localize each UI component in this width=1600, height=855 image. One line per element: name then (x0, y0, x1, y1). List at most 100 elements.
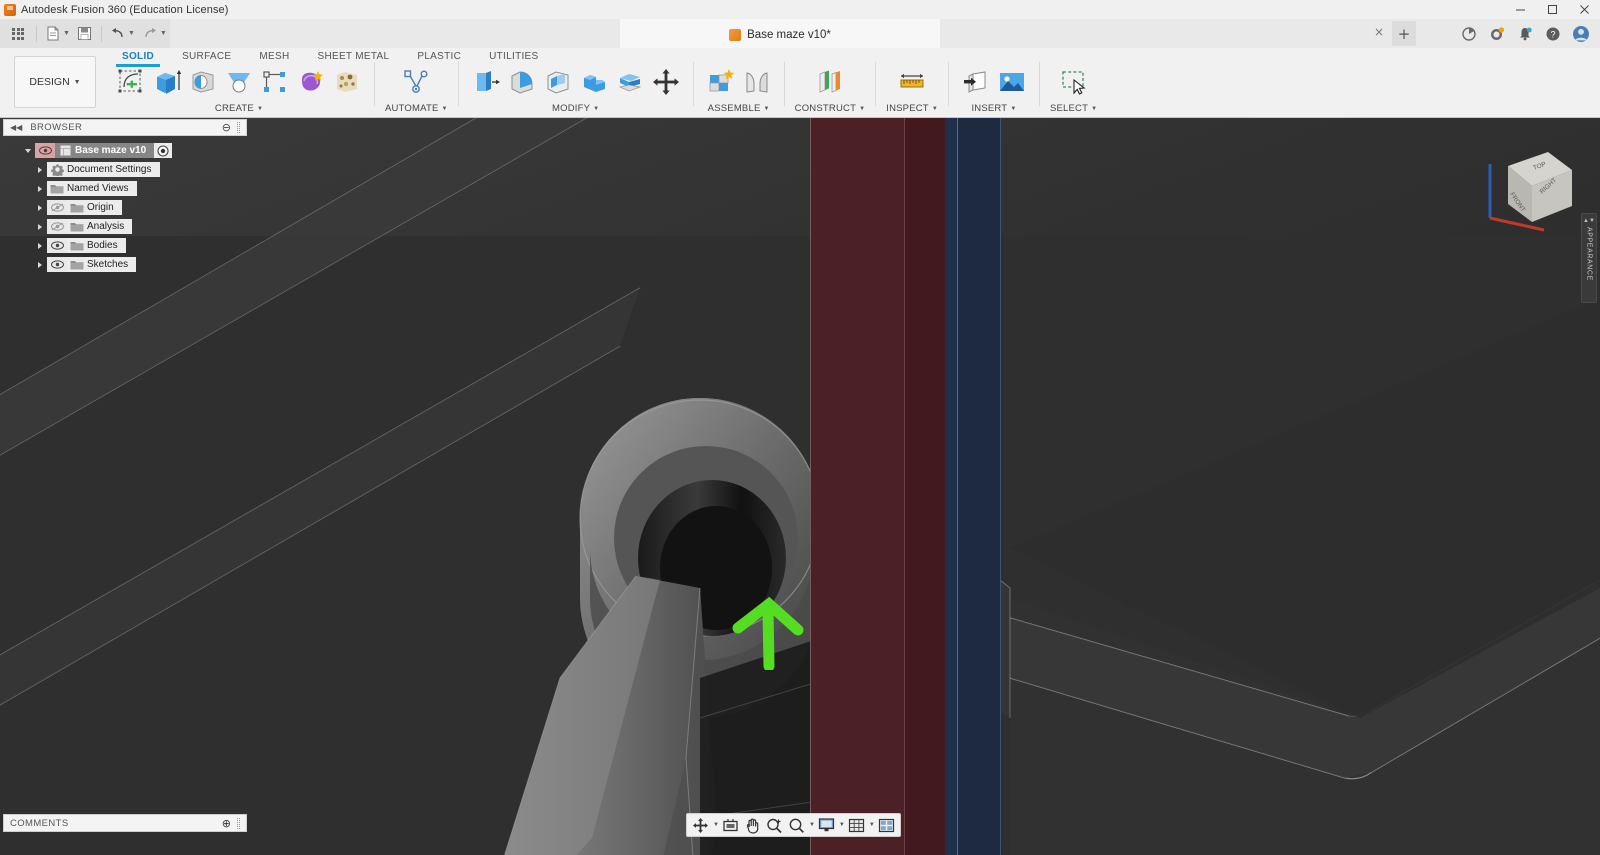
expander[interactable] (21, 148, 35, 153)
automate-group-label[interactable]: AUTOMATE ▼ (385, 103, 448, 114)
folder-icon (67, 221, 87, 232)
new-document-button[interactable] (43, 23, 63, 45)
expander[interactable] (33, 166, 47, 173)
browser-collapse-button[interactable]: ⊖ (222, 121, 231, 134)
document-tab[interactable]: Base maze v10* (620, 19, 940, 48)
view-cube[interactable]: TOP FRONT RIGHT (1472, 130, 1582, 240)
select-marquee-cursor-icon[interactable] (1057, 65, 1091, 99)
group-label-text: SELECT (1049, 103, 1089, 114)
chevron-down-icon[interactable]: ▼ (160, 30, 167, 37)
orbit-tool[interactable] (690, 815, 711, 835)
tree-item-analysis[interactable]: Analysis (3, 217, 247, 236)
chevron-down-icon[interactable]: ▼ (63, 30, 70, 37)
chevron-down-icon[interactable]: ▼ (839, 822, 845, 828)
pan-hand-icon[interactable] (742, 815, 763, 835)
activate-component-icon[interactable] (154, 143, 173, 158)
visibility-toggle-icon[interactable] (35, 143, 55, 158)
tree-item-label: Base maze v10 (75, 145, 147, 156)
add-comment-button[interactable]: ⊕ (222, 817, 231, 830)
close-document-tab-button[interactable]: × (1374, 25, 1384, 39)
move-arrows-icon[interactable] (649, 65, 683, 99)
joint-icon[interactable] (740, 65, 774, 99)
form-sculpt-icon[interactable] (294, 65, 328, 99)
visibility-toggle-icon[interactable] (47, 257, 67, 272)
tree-item-label: Origin (87, 202, 114, 213)
measure-ruler-icon[interactable] (895, 65, 929, 99)
user-account-avatar[interactable] (1568, 23, 1594, 45)
offset-plane-icon[interactable] (813, 65, 847, 99)
sketch-plus-icon[interactable] (114, 65, 148, 99)
look-at-tool[interactable] (720, 815, 741, 835)
tree-item-named-views[interactable]: Named Views (3, 179, 247, 198)
chevron-down-icon[interactable]: ▼ (869, 822, 875, 828)
grid-icon[interactable] (846, 815, 867, 835)
visibility-toggle-icon-hidden[interactable] (47, 200, 67, 215)
tree-item-bodies[interactable]: Bodies (3, 236, 247, 255)
extrude-icon[interactable] (150, 65, 184, 99)
automate-node-icon[interactable] (399, 65, 433, 99)
display-monitor-icon[interactable] (816, 815, 837, 835)
expander[interactable] (33, 242, 47, 249)
decal-texture-icon[interactable] (330, 65, 364, 99)
new-tab-button[interactable]: + (1392, 21, 1416, 46)
new-component-icon[interactable] (704, 65, 738, 99)
folder-icon (67, 202, 87, 213)
appearance-panel-tab[interactable]: ▲▼ APPEARANCE (1581, 213, 1597, 303)
expander[interactable] (33, 223, 47, 230)
double-chevron-left-icon[interactable]: ◀◀ (10, 123, 22, 132)
tree-item-base-maze[interactable]: Base maze v10 (3, 141, 247, 160)
split-face-icon[interactable] (613, 65, 647, 99)
insert-derive-icon[interactable] (959, 65, 993, 99)
pattern-nodes-icon[interactable] (258, 65, 292, 99)
expander[interactable] (33, 261, 47, 268)
job-status-icon[interactable] (1456, 23, 1482, 45)
select-group-label[interactable]: SELECT ▼ (1050, 103, 1097, 114)
create-group-label[interactable]: CREATE ▼ (215, 103, 263, 114)
fit-magnifier-icon[interactable] (786, 815, 807, 835)
group-label-text: CREATE (214, 103, 254, 114)
chevron-down-icon[interactable]: ▼ (809, 822, 815, 828)
fillet-icon[interactable] (505, 65, 539, 99)
tree-item-sketches[interactable]: Sketches (3, 255, 247, 274)
modify-group-label[interactable]: MODIFY ▼ (552, 103, 599, 114)
comments-panel-header[interactable]: COMMENTS ⊕ (3, 814, 247, 832)
insert-group-label[interactable]: INSERT ▼ (971, 103, 1016, 114)
expander[interactable] (33, 204, 47, 211)
chevron-down-icon: ▼ (256, 105, 264, 112)
zoom-in-magnifier-icon[interactable] (764, 815, 785, 835)
divider (100, 25, 102, 42)
chevron-down-icon[interactable]: ▼ (713, 822, 719, 828)
workspace-selector[interactable]: DESIGN ▼ (14, 56, 96, 108)
press-pull-icon[interactable] (469, 65, 503, 99)
app-grid-button[interactable] (6, 23, 30, 45)
inspect-group-label[interactable]: INSPECT ▼ (886, 103, 938, 114)
help-icon[interactable]: ? (1540, 23, 1566, 45)
image-canvas-icon[interactable] (995, 65, 1029, 99)
chevron-down-icon[interactable]: ▼ (128, 30, 135, 37)
ribbon-group-create: CREATE ▼ (108, 62, 370, 118)
redo-button[interactable] (140, 23, 160, 45)
browser-resize-grip[interactable] (237, 122, 240, 133)
notifications-bell-icon[interactable] (1512, 23, 1538, 45)
maximize-button[interactable] (1536, 0, 1568, 19)
extensions-icon[interactable] (1484, 23, 1510, 45)
assemble-group-label[interactable]: ASSEMBLE ▼ (708, 103, 770, 114)
save-button[interactable] (75, 23, 95, 45)
combine-icon[interactable] (577, 65, 611, 99)
visibility-toggle-icon-hidden[interactable] (47, 219, 67, 234)
construct-group-label[interactable]: CONSTRUCT ▼ (795, 103, 866, 114)
loft-icon[interactable] (222, 65, 256, 99)
revolve-icon[interactable] (186, 65, 220, 99)
close-button[interactable] (1568, 0, 1600, 19)
shell-icon[interactable] (541, 65, 575, 99)
visibility-toggle-icon[interactable] (47, 238, 67, 253)
comments-resize-grip[interactable] (237, 817, 240, 829)
chevron-down-icon: ▼ (73, 78, 81, 86)
browser-panel-header[interactable]: ◀◀ BROWSER ⊖ (3, 119, 247, 136)
viewports-icon[interactable] (876, 815, 897, 835)
tree-item-document-settings[interactable]: Document Settings (3, 160, 247, 179)
undo-button[interactable] (108, 23, 128, 45)
minimize-button[interactable] (1504, 0, 1536, 19)
expander[interactable] (33, 185, 47, 192)
tree-item-origin[interactable]: Origin (3, 198, 247, 217)
